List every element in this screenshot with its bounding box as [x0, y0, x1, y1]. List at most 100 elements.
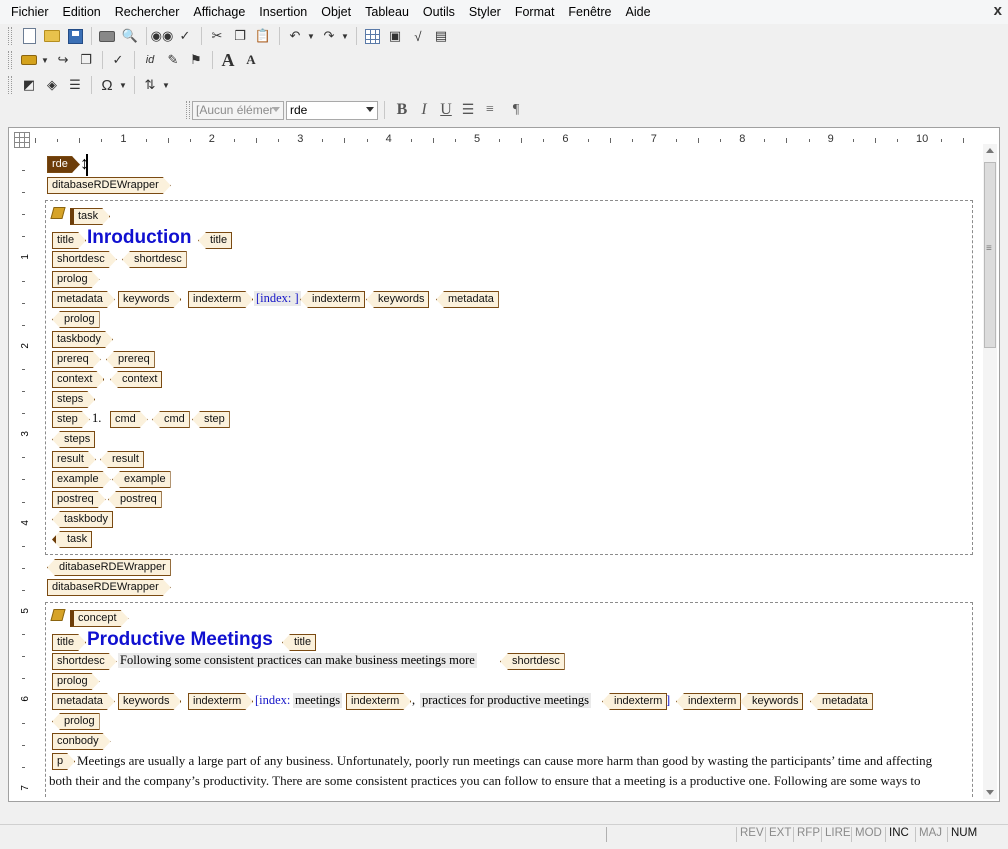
- change-element-icon[interactable]: ↪: [52, 49, 74, 71]
- find-binoculars-icon[interactable]: ◉◉: [151, 25, 174, 47]
- toolbar-grip[interactable]: [186, 101, 190, 119]
- editor-pane[interactable]: 1 2 3 4 5 6 7 8 9 10 1 2 3 4 5 6 7 rde ditabaseRDEWrapp…: [8, 127, 1000, 812]
- tag-wrapper-start-2[interactable]: ditabaseRDEWrapper: [47, 579, 171, 596]
- new-document-icon[interactable]: [18, 25, 40, 47]
- menu-fenetre[interactable]: Fenêtre: [561, 0, 618, 24]
- task-title[interactable]: Inroduction: [87, 227, 191, 249]
- list-icon[interactable]: ☰: [64, 74, 86, 96]
- cut-icon[interactable]: ✂: [206, 25, 228, 47]
- tag-task-end[interactable]: task: [52, 531, 93, 548]
- menu-edition[interactable]: Edition: [56, 0, 108, 24]
- spellcheck-icon[interactable]: ✓: [174, 25, 196, 47]
- tag-wrapper-start[interactable]: ditabaseRDEWrapper: [47, 177, 171, 194]
- tag-metadata-start[interactable]: metadata: [52, 693, 115, 710]
- tag-metadata-start[interactable]: metadata: [52, 291, 115, 308]
- undo-icon[interactable]: ↶: [284, 25, 306, 47]
- tag-example-end[interactable]: example: [112, 471, 171, 488]
- tag-prereq-start[interactable]: prereq: [52, 351, 101, 368]
- symbol-dropdown-icon[interactable]: ▼: [117, 74, 129, 96]
- tag-cmd-start[interactable]: cmd: [110, 411, 148, 428]
- tag-wrapper-end[interactable]: ditabaseRDEWrapper: [47, 559, 171, 576]
- tag-indexterm-end-2[interactable]: indexterm: [676, 693, 742, 710]
- tag-shortdesc-start[interactable]: shortdesc: [52, 653, 117, 670]
- tag-title-end[interactable]: title: [198, 232, 233, 249]
- tag-steps-start[interactable]: steps: [52, 391, 95, 408]
- document-content[interactable]: rde ditabaseRDEWrapper task title Inrodu…: [45, 152, 980, 797]
- tag-step-end[interactable]: step: [192, 411, 230, 428]
- paragraph-line-2[interactable]: both their and the company’s productivit…: [49, 771, 921, 791]
- tag-indexterm-end[interactable]: indexterm: [300, 291, 366, 308]
- scroll-up-icon[interactable]: [986, 148, 994, 153]
- redo-dropdown-icon[interactable]: ▼: [339, 25, 351, 47]
- tag-indexterm-start[interactable]: indexterm: [188, 291, 253, 308]
- print-icon[interactable]: [96, 25, 118, 47]
- vertical-ruler[interactable]: 1 2 3 4 5 6 7: [17, 152, 31, 812]
- tag-metadata-end[interactable]: metadata: [810, 693, 873, 710]
- insert-object-icon[interactable]: ▤: [430, 25, 452, 47]
- toolbar-grip[interactable]: [8, 51, 12, 69]
- tag-steps-end[interactable]: steps: [52, 431, 96, 448]
- tag-keywords-end[interactable]: keywords: [366, 291, 430, 308]
- tag-prolog-end[interactable]: prolog: [52, 713, 100, 730]
- insert-image-icon[interactable]: ▣: [384, 25, 406, 47]
- tag-p-start[interactable]: p: [52, 753, 75, 770]
- symbol-omega-icon[interactable]: Ω: [96, 74, 118, 96]
- horizontal-ruler[interactable]: 1 2 3 4 5 6 7 8 9 10: [35, 132, 980, 148]
- bold-button[interactable]: B: [391, 99, 413, 121]
- tag-indexterm-end[interactable]: indexterm: [602, 693, 668, 710]
- tag-step-start[interactable]: step: [52, 411, 90, 428]
- validate-icon[interactable]: ✓: [107, 49, 129, 71]
- pilcrow-button[interactable]: ¶: [505, 99, 527, 121]
- shortdesc-text[interactable]: Following some consistent practices can …: [118, 653, 477, 668]
- tag-concept-start[interactable]: concept: [70, 610, 129, 627]
- underline-button[interactable]: U: [435, 99, 457, 121]
- tag-indexterm-start[interactable]: indexterm: [188, 693, 253, 710]
- tag-metadata-end[interactable]: metadata: [436, 291, 499, 308]
- tag-postreq-end[interactable]: postreq: [108, 491, 162, 508]
- tag-prolog-start[interactable]: prolog: [52, 673, 100, 690]
- tag-title-start[interactable]: title: [52, 232, 86, 249]
- conref-icon[interactable]: ◈: [41, 74, 63, 96]
- tag-postreq-start[interactable]: postreq: [52, 491, 106, 508]
- tag-taskbody-start[interactable]: taskbody: [52, 331, 113, 348]
- insert-table-icon[interactable]: [361, 25, 383, 47]
- index-term-practices[interactable]: practices for productive meetings: [420, 693, 591, 708]
- tag-keywords-end[interactable]: keywords: [740, 693, 804, 710]
- id-icon[interactable]: id: [139, 49, 161, 71]
- scrollbar-thumb[interactable]: [984, 162, 996, 348]
- tag-title-start[interactable]: title: [52, 634, 86, 651]
- menu-styler[interactable]: Styler: [462, 0, 508, 24]
- tag-indexterm-start-2[interactable]: indexterm: [346, 693, 411, 710]
- tag-prolog-start[interactable]: prolog: [52, 271, 100, 288]
- tag-context-start[interactable]: context: [52, 371, 104, 388]
- menu-outils[interactable]: Outils: [416, 0, 462, 24]
- vertical-scrollbar[interactable]: [983, 144, 997, 799]
- style-combo[interactable]: [Aucun élémer: [192, 100, 284, 120]
- insert-equation-icon[interactable]: √: [407, 25, 429, 47]
- menu-tableau[interactable]: Tableau: [358, 0, 416, 24]
- scroll-down-icon[interactable]: [986, 790, 994, 795]
- tag-shortdesc-end[interactable]: shortdesc: [500, 653, 565, 670]
- menu-fichier[interactable]: Fichier: [4, 0, 56, 24]
- split-element-icon[interactable]: ❐: [75, 49, 97, 71]
- index-term-meetings[interactable]: meetings: [293, 693, 343, 708]
- element-combo[interactable]: rde: [286, 100, 378, 120]
- ruler-corner-icon[interactable]: [14, 132, 30, 148]
- close-document-icon[interactable]: x: [994, 2, 1002, 19]
- undo-dropdown-icon[interactable]: ▼: [305, 25, 317, 47]
- italic-button[interactable]: I: [413, 99, 435, 121]
- tag-conbody-start[interactable]: conbody: [52, 733, 111, 750]
- tag-keywords-start[interactable]: keywords: [118, 291, 181, 308]
- sort-icon[interactable]: ⇅: [139, 74, 161, 96]
- insert-element-dropdown-icon[interactable]: ▼: [39, 49, 51, 71]
- numbered-list-icon[interactable]: ☰: [457, 99, 479, 121]
- menu-rechercher[interactable]: Rechercher: [108, 0, 187, 24]
- concept-title[interactable]: Productive Meetings: [87, 629, 273, 651]
- increase-font-icon[interactable]: A: [217, 49, 239, 71]
- insert-element-icon[interactable]: [18, 49, 40, 71]
- sort-dropdown-icon[interactable]: ▼: [160, 74, 172, 96]
- tag-example-start[interactable]: example: [52, 471, 111, 488]
- tag-context-end[interactable]: context: [110, 371, 163, 388]
- print-preview-icon[interactable]: 🔍: [119, 25, 141, 47]
- tag-prolog-end[interactable]: prolog: [52, 311, 100, 328]
